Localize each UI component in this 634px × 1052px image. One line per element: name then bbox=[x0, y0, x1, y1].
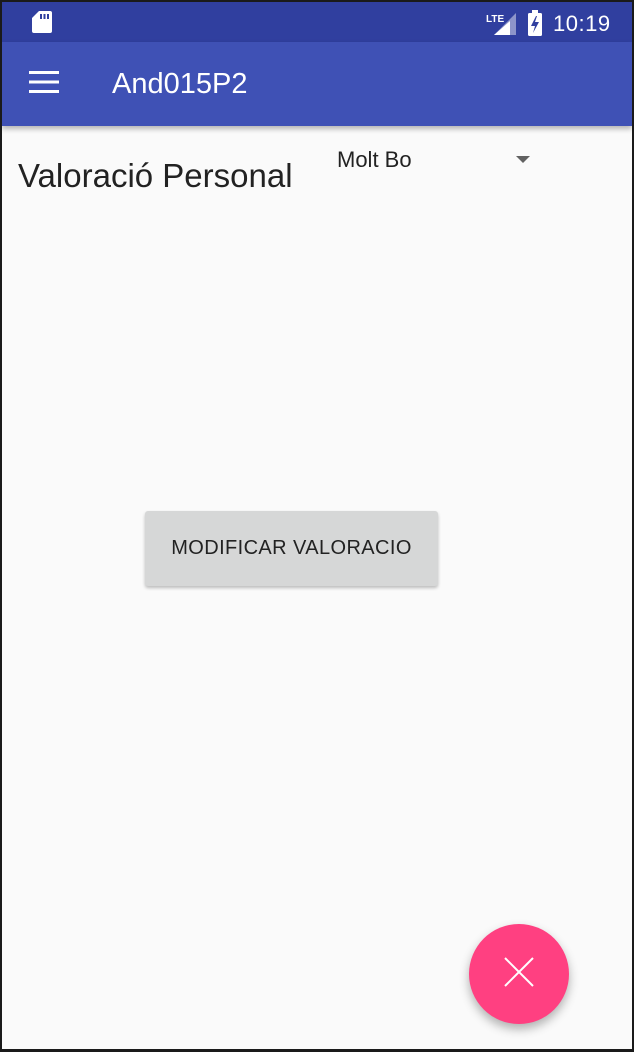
rating-spinner[interactable]: Molt Bo bbox=[324, 138, 542, 186]
menu-icon bbox=[29, 70, 59, 98]
status-bar-clock: 10:19 bbox=[553, 11, 611, 36]
app-bar: And015P2 bbox=[2, 42, 632, 126]
battery-charging-icon bbox=[528, 10, 542, 41]
dropdown-arrow-icon bbox=[516, 156, 530, 163]
sd-card-icon bbox=[32, 11, 52, 38]
close-icon bbox=[502, 955, 536, 994]
svg-text:LTE: LTE bbox=[486, 14, 504, 25]
modify-rating-button[interactable]: MODIFICAR VALORACIO bbox=[145, 511, 438, 586]
lte-signal-icon: LTE bbox=[486, 11, 518, 40]
close-fab-button[interactable] bbox=[469, 924, 569, 1024]
page-title: Valoració Personal bbox=[18, 157, 293, 194]
app-title: And015P2 bbox=[112, 68, 248, 100]
menu-button[interactable] bbox=[16, 60, 72, 108]
status-bar: LTE 10:19 bbox=[2, 2, 632, 42]
spinner-selected-value: Molt Bo bbox=[337, 147, 412, 172]
app-screen: LTE 10:19 And015P2 Valoració Personal Mo… bbox=[2, 2, 632, 1049]
